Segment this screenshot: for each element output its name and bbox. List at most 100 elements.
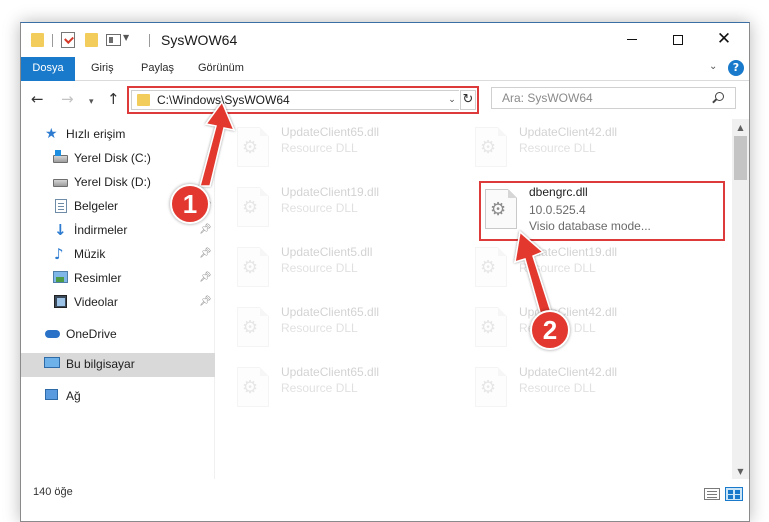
properties-check-icon[interactable] xyxy=(61,32,75,48)
file-name: UpdateClient19.dll xyxy=(281,185,380,199)
tab-file[interactable]: Dosya xyxy=(21,57,75,81)
dll-file-icon xyxy=(485,189,517,229)
file-name: dbengrc.dll xyxy=(529,185,588,199)
dll-file-icon xyxy=(237,307,269,347)
nav-item-label: Yerel Disk (C:) xyxy=(74,151,151,165)
nav-item-label: OneDrive xyxy=(66,327,117,341)
window-title: SysWOW64 xyxy=(161,32,238,48)
file-tile[interactable]: UpdateClient65.dll Resource DLL xyxy=(227,303,457,355)
file-list: UpdateClient65.dll Resource DLL UpdateCl… xyxy=(217,119,731,479)
back-arrow-icon[interactable]: ← xyxy=(31,91,44,107)
nav-item-label: Yerel Disk (D:) xyxy=(74,175,151,189)
file-tile[interactable]: UpdateClient42.dll Resource DLL xyxy=(465,363,695,415)
file-type: Resource DLL xyxy=(281,381,358,395)
nav-item-label: Belgeler xyxy=(74,199,119,213)
up-arrow-icon[interactable]: ↑ xyxy=(107,91,120,107)
nav-item-quick-access[interactable]: ★ Hızlı erişim xyxy=(21,123,215,147)
pin-icon[interactable]: 📌︎ xyxy=(199,248,212,259)
scroll-down-arrow-icon[interactable]: ▼ xyxy=(732,463,749,480)
file-tile[interactable]: UpdateClient42.dll Resource DLL xyxy=(465,303,695,355)
status-bar: 140 öğe xyxy=(21,479,749,521)
network-icon xyxy=(45,389,58,400)
file-type: Resource DLL xyxy=(519,261,596,275)
navigation-bar: ← → ▾ ↑ C:\Windows\SysWOW64 ⌄ ↻ Ara: Sys… xyxy=(21,81,749,119)
explorer-window: ▼ SysWOW64 ✕ Dosya Giriş Paylaş Görünüm … xyxy=(20,22,750,522)
pictures-icon xyxy=(53,271,68,283)
help-icon[interactable]: ? xyxy=(728,60,744,76)
file-tile[interactable]: UpdateClient5.dll Resource DLL xyxy=(227,243,457,295)
file-name: UpdateClient42.dll xyxy=(519,365,618,379)
nav-item-label: Müzik xyxy=(74,247,106,261)
file-name: UpdateClient19.dll xyxy=(519,245,618,259)
tab-view[interactable]: Görünüm xyxy=(198,57,244,81)
search-icon[interactable] xyxy=(715,92,724,101)
file-name: UpdateClient5.dll xyxy=(281,245,373,259)
nav-item-music[interactable]: ♪ Müzik 📌︎ xyxy=(21,243,215,267)
address-bar[interactable]: C:\Windows\SysWOW64 xyxy=(131,90,445,110)
pin-icon[interactable]: 📌︎ xyxy=(199,224,212,235)
tab-share[interactable]: Paylaş xyxy=(141,57,174,81)
large-icons-view-icon[interactable] xyxy=(725,487,743,501)
nav-item-network[interactable]: Ağ xyxy=(21,385,215,409)
address-bar-highlight: C:\Windows\SysWOW64 ⌄ ↻ xyxy=(127,86,479,114)
new-folder-icon[interactable] xyxy=(85,33,98,47)
file-tile[interactable]: UpdateClient65.dll Resource DLL xyxy=(227,363,457,415)
nav-item-pictures[interactable]: Resimler 📌︎ xyxy=(21,267,215,291)
navigation-pane: ★ Hızlı erişim Yerel Disk (C:) Yerel Dis… xyxy=(21,119,215,479)
nav-item-onedrive[interactable]: OneDrive xyxy=(21,323,215,347)
drive-icon xyxy=(53,150,68,163)
nav-item-videos[interactable]: Videolar 📌︎ xyxy=(21,291,215,315)
drive-icon xyxy=(53,179,68,187)
minimize-button[interactable] xyxy=(609,23,655,56)
videos-icon xyxy=(54,295,67,308)
scroll-up-arrow-icon[interactable]: ▲ xyxy=(732,119,749,136)
refresh-icon[interactable]: ↻ xyxy=(460,90,476,110)
address-path[interactable]: C:\Windows\SysWOW64 xyxy=(157,93,290,107)
dll-file-icon xyxy=(237,127,269,167)
chevron-down-icon[interactable]: ▼ xyxy=(123,33,129,42)
vertical-scrollbar[interactable]: ▲ ▼ xyxy=(732,119,749,480)
nav-item-label: İndirmeler xyxy=(74,223,128,237)
separator xyxy=(149,34,150,47)
tab-home[interactable]: Giriş xyxy=(91,57,114,81)
maximize-button[interactable] xyxy=(655,23,701,56)
nav-item-label: Resimler xyxy=(74,271,122,285)
pin-icon[interactable]: 📌︎ xyxy=(199,296,212,307)
cloud-icon xyxy=(45,330,60,338)
recent-locations-chevron-icon[interactable]: ▾ xyxy=(89,94,94,110)
nav-item-this-pc[interactable]: Bu bilgisayar xyxy=(21,353,215,377)
file-tile[interactable]: UpdateClient19.dll Resource DLL xyxy=(465,243,695,295)
nav-item-drive-c[interactable]: Yerel Disk (C:) xyxy=(21,147,215,171)
search-input[interactable]: Ara: SysWOW64 xyxy=(491,87,736,109)
customize-toolbar-icon[interactable] xyxy=(106,34,121,46)
maximize-icon xyxy=(673,34,683,45)
dll-file-icon xyxy=(237,367,269,407)
file-tile[interactable]: UpdateClient19.dll Resource DLL xyxy=(227,183,457,235)
file-tile-dbengrc[interactable]: dbengrc.dll 10.0.525.4 Visio database mo… xyxy=(479,181,725,241)
file-name: UpdateClient42.dll xyxy=(519,125,618,139)
expand-ribbon-icon[interactable]: ⌄ xyxy=(709,61,719,72)
separator xyxy=(52,34,53,47)
search-placeholder: Ara: SysWOW64 xyxy=(502,91,593,105)
minimize-icon xyxy=(627,39,637,40)
folder-icon xyxy=(137,94,150,106)
file-type: Resource DLL xyxy=(281,321,358,335)
nav-item-label: Bu bilgisayar xyxy=(66,357,135,371)
address-dropdown-icon[interactable]: ⌄ xyxy=(445,90,459,110)
title-bar: ▼ SysWOW64 ✕ xyxy=(21,23,749,57)
file-tile[interactable]: UpdateClient65.dll Resource DLL xyxy=(227,123,457,175)
pin-icon[interactable]: 📌︎ xyxy=(199,272,212,283)
file-tile[interactable]: UpdateClient42.dll Resource DLL xyxy=(465,123,695,175)
close-button[interactable]: ✕ xyxy=(701,23,747,56)
scrollbar-thumb[interactable] xyxy=(734,136,747,180)
details-view-icon[interactable] xyxy=(704,488,720,500)
dll-file-icon xyxy=(237,247,269,287)
forward-arrow-icon[interactable]: → xyxy=(61,91,74,107)
file-type: Resource DLL xyxy=(519,381,596,395)
file-name: UpdateClient65.dll xyxy=(281,125,380,139)
dll-file-icon xyxy=(475,247,507,287)
pin-icon[interactable]: 📌︎ xyxy=(199,176,212,187)
close-icon: ✕ xyxy=(716,29,732,49)
documents-icon xyxy=(55,199,67,213)
star-icon: ★ xyxy=(45,126,58,142)
